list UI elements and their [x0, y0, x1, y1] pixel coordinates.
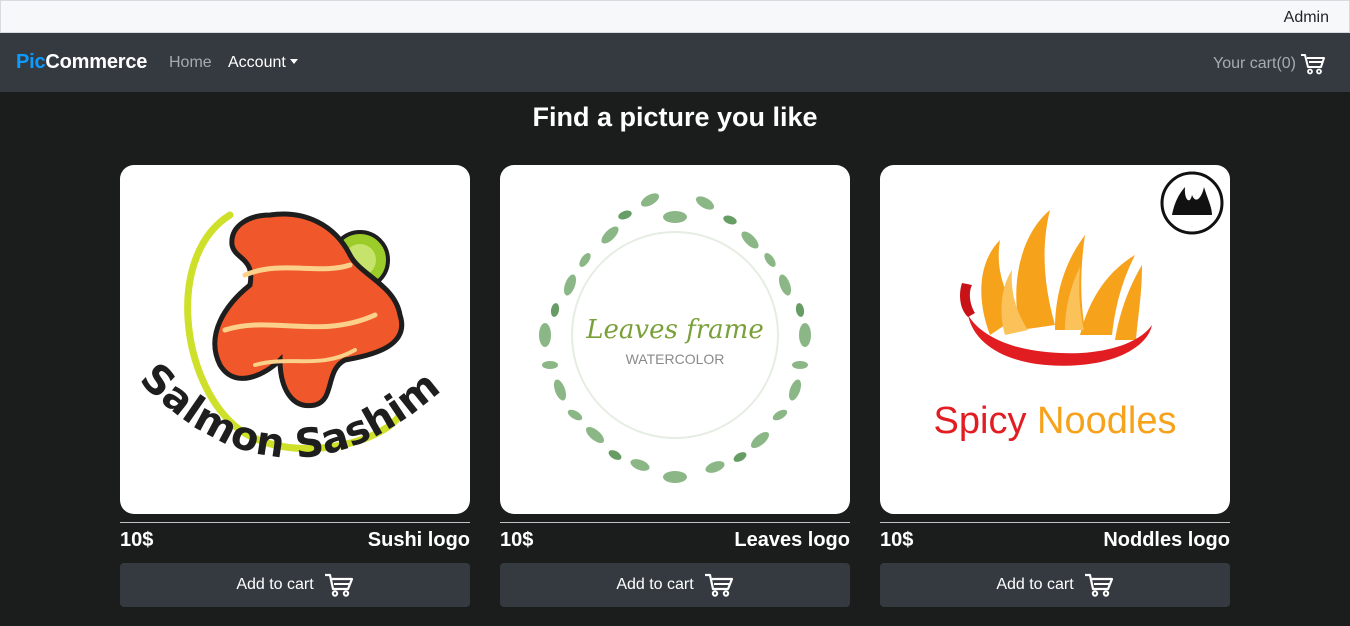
- product-title: Sushi logo: [367, 528, 470, 551]
- card-divider: [500, 522, 850, 523]
- spicy-noodles-art: Spicy Noodles: [934, 171, 1224, 442]
- shopping-cart-icon: [1084, 573, 1113, 597]
- add-to-cart-label: Add to cart: [236, 576, 314, 593]
- add-to-cart-button[interactable]: Add to cart: [880, 563, 1230, 607]
- add-to-cart-label: Add to cart: [616, 576, 694, 593]
- leaves-image-subtitle: WATERCOLOR: [626, 351, 725, 367]
- product-image-leaves[interactable]: Leaves frame WATERCOLOR: [500, 165, 850, 514]
- nav-cart-link[interactable]: Your cart(0): [1213, 53, 1326, 75]
- nav-cart-label: Your cart(0): [1213, 55, 1296, 72]
- product-card-noodles: Spicy Noodles 10$ Noddles logo Add to ca…: [880, 165, 1230, 607]
- shopping-cart-icon: [1301, 54, 1325, 75]
- product-title: Noddles logo: [1103, 528, 1230, 551]
- nav-home-link[interactable]: Home: [169, 54, 212, 72]
- admin-label[interactable]: Admin: [1284, 9, 1329, 27]
- admin-topbar: Admin: [0, 0, 1350, 33]
- product-image-noodles[interactable]: Spicy Noodles: [880, 165, 1230, 514]
- shopping-cart-icon: [324, 573, 353, 597]
- caret-down-icon: [289, 58, 298, 64]
- brand-part-pic: Pic: [16, 51, 46, 73]
- nav-account-dropdown[interactable]: Account: [228, 54, 298, 72]
- add-to-cart-button[interactable]: Add to cart: [500, 563, 850, 607]
- brand-logo[interactable]: PicCommerce: [16, 51, 147, 74]
- product-image-sushi[interactable]: Salmon Sashimi: [120, 165, 470, 514]
- shopping-cart-icon: [704, 573, 733, 597]
- product-title: Leaves logo: [734, 528, 850, 551]
- add-to-cart-button[interactable]: Add to cart: [120, 563, 470, 607]
- nav-account-label: Account: [228, 54, 286, 71]
- leaves-frame-art: Leaves frame WATERCOLOR: [539, 193, 811, 483]
- noodles-image-text: Spicy Noodles: [934, 400, 1177, 442]
- product-card-sushi: Salmon Sashimi 10$ Sushi logo Add to car…: [120, 165, 470, 607]
- product-card-leaves: Leaves frame WATERCOLOR 10$ Leaves logo …: [500, 165, 850, 607]
- brand-part-commerce: Commerce: [45, 51, 148, 73]
- leaves-image-title: Leaves frame: [585, 315, 763, 345]
- product-price: 10$: [120, 528, 154, 551]
- card-divider: [880, 522, 1230, 523]
- product-price: 10$: [500, 528, 534, 551]
- add-to-cart-label: Add to cart: [996, 576, 1074, 593]
- card-divider: [120, 522, 470, 523]
- product-price: 10$: [880, 528, 914, 551]
- page-title: Find a picture you like: [532, 102, 818, 132]
- main-navbar: PicCommerce Home Account Your cart(0): [0, 33, 1350, 92]
